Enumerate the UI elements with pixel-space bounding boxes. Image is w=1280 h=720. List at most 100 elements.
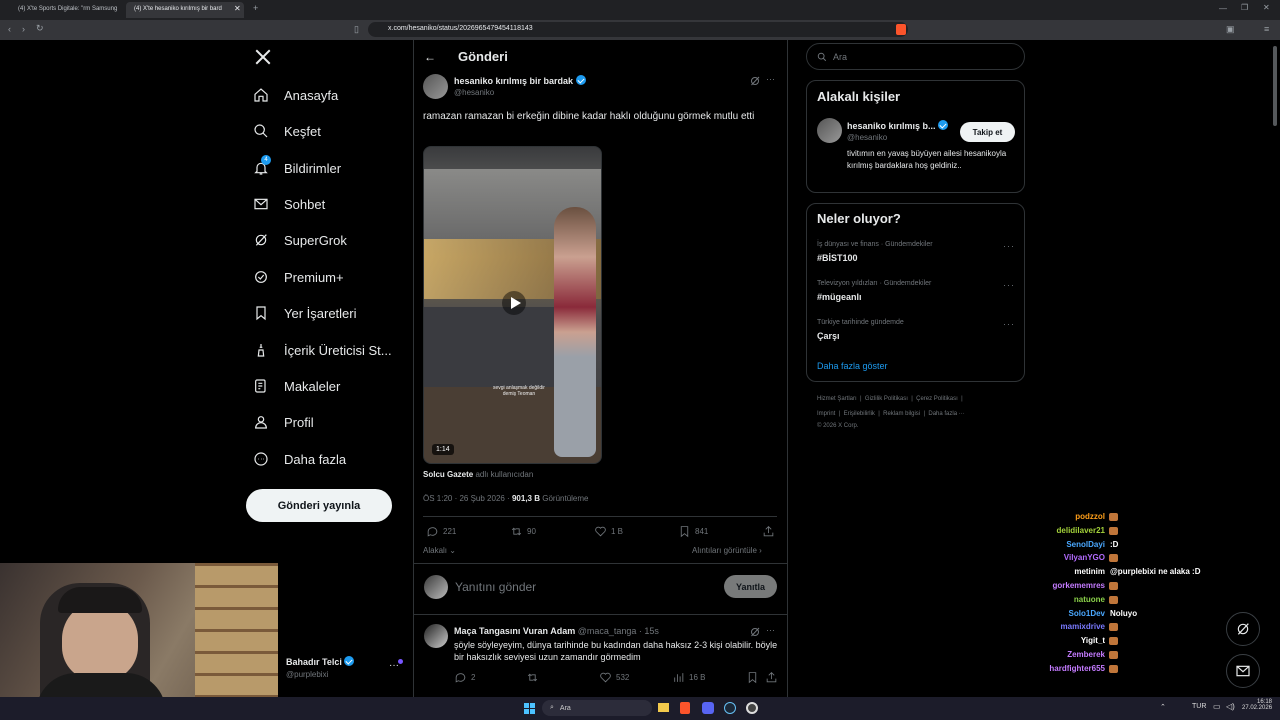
search-box[interactable]: Ara: [806, 43, 1025, 70]
reply-bookmark-action[interactable]: [746, 671, 759, 684]
new-tab-icon[interactable]: +: [253, 3, 258, 13]
post-button[interactable]: Gönderi yayınla: [246, 489, 392, 522]
network-icon[interactable]: ▭: [1213, 702, 1221, 711]
browser-tab-1[interactable]: (4) X'te Sports Digitale: "rm Samsung: [10, 2, 118, 18]
account-switcher[interactable]: Bahadır Telci: [286, 656, 355, 667]
volume-icon[interactable]: ◁): [1226, 702, 1235, 711]
nav-more[interactable]: Daha fazla: [252, 444, 346, 474]
bookmark-action[interactable]: 841: [678, 525, 708, 538]
trend-item[interactable]: #BİST100: [817, 253, 858, 263]
windows-start-icon[interactable]: [524, 703, 535, 714]
show-more-link[interactable]: Daha fazla göster: [817, 361, 888, 371]
brave-shield-icon[interactable]: [896, 24, 906, 35]
related-dropdown[interactable]: Alakalı ⌄: [423, 546, 456, 555]
tab-close-icon[interactable]: ✕: [234, 4, 241, 13]
retweet-action[interactable]: 90: [510, 525, 536, 538]
nav-explore[interactable]: Keşfet: [252, 116, 321, 146]
menu-icon[interactable]: ≡: [1264, 24, 1269, 34]
reply-action[interactable]: 221: [426, 525, 456, 538]
trend-more-icon[interactable]: ···: [1003, 280, 1015, 290]
nav-bookmarks[interactable]: Yer İşaretleri: [252, 298, 357, 328]
verified-badge-icon: [344, 656, 355, 666]
reply-like-action[interactable]: 532: [599, 671, 629, 684]
reply-reply-action[interactable]: 2: [454, 671, 475, 684]
nav-articles[interactable]: Makaleler: [252, 371, 340, 401]
chat-username: Solo1Dev: [1068, 608, 1105, 618]
taskbar-search[interactable]: ⌕ Ara: [542, 700, 652, 716]
nav-profile[interactable]: Profil: [252, 407, 314, 437]
reply-submit-button[interactable]: Yanıtla: [724, 575, 777, 598]
window-close-icon[interactable]: ✕: [1263, 3, 1270, 12]
chat-username: Zemberek: [1067, 650, 1105, 659]
like-action[interactable]: 1 B: [594, 525, 623, 538]
maximize-icon[interactable]: ❐: [1241, 3, 1248, 12]
bell-icon: 4: [252, 155, 271, 177]
divider: [413, 563, 787, 564]
chat-emote-icon: [1109, 664, 1118, 673]
language-indicator[interactable]: TUR: [1192, 703, 1206, 710]
related-person-name-row[interactable]: hesaniko kırılmış b...: [847, 120, 949, 131]
address-bar[interactable]: x.com/hesaniko/status/202696547945411814…: [368, 22, 908, 37]
reply-input[interactable]: Yanıtını gönder: [455, 580, 536, 594]
discord-icon[interactable]: [702, 702, 714, 714]
x-logo-icon[interactable]: [254, 48, 272, 66]
trend-item[interactable]: Çarşı: [817, 331, 840, 341]
follow-button[interactable]: Takip et: [960, 122, 1015, 142]
article-icon: [252, 377, 270, 395]
author-avatar[interactable]: [423, 74, 448, 99]
grok-fab[interactable]: [1226, 612, 1260, 646]
tweet-video[interactable]: sevgi anlaşmak değildir demiş Teoman 1:1…: [423, 146, 602, 464]
play-icon[interactable]: [502, 291, 526, 315]
reply-author-name[interactable]: Maça Tangasını Vuran Adam: [454, 626, 575, 636]
nav-label: Anasayfa: [284, 87, 339, 103]
nav-label: Daha fazla: [284, 451, 347, 467]
bookmark-icon: [252, 304, 270, 322]
steam-icon[interactable]: [724, 702, 736, 714]
reply-more-icon[interactable]: ···: [766, 625, 775, 635]
trend-item[interactable]: #mügeanlı: [817, 292, 862, 302]
reply-share-action[interactable]: [765, 671, 778, 684]
minimize-icon[interactable]: —: [1219, 4, 1227, 13]
footer-links-row-1[interactable]: Hizmet Şartları | Gizlilik Politikası | …: [817, 396, 963, 402]
nav-chat[interactable]: Sohbet: [252, 189, 325, 219]
reply-views-action[interactable]: 16 B: [672, 671, 705, 684]
clock[interactable]: 16:18 27.02.2026: [1242, 699, 1272, 711]
streamer-face-image: [62, 601, 138, 681]
footer-links-row-2[interactable]: Imprint | Erişilebilirlik | Reklam bilgi…: [817, 411, 965, 417]
share-action[interactable]: [762, 525, 775, 538]
trend-more-icon[interactable]: ···: [1003, 319, 1015, 329]
nav-premium[interactable]: Premium+: [252, 262, 344, 292]
related-person-avatar[interactable]: [817, 118, 842, 143]
back-arrow-icon[interactable]: ←: [424, 50, 436, 64]
reload-icon[interactable]: ↻: [36, 23, 44, 34]
view-quotes-link[interactable]: Alıntıları görüntüle ›: [692, 546, 762, 555]
brave-browser-icon[interactable]: [680, 702, 690, 714]
messages-fab[interactable]: [1226, 654, 1260, 688]
chat-username: delidilaver21: [1056, 525, 1105, 535]
file-explorer-icon[interactable]: [658, 703, 669, 712]
tweet-time[interactable]: ÖS 1:20 · 26 Şub 2026 ·: [423, 494, 510, 503]
grok-explain-icon[interactable]: [749, 74, 761, 92]
page-scrollbar[interactable]: [1273, 46, 1277, 126]
reply-time[interactable]: · 15s: [639, 626, 659, 636]
nav-notifications[interactable]: 4 Bildirimler: [252, 153, 341, 183]
tweet-author[interactable]: hesaniko kırılmış bir bardak: [454, 75, 586, 86]
center-left-border: [413, 40, 414, 700]
trend-more-icon[interactable]: ···: [1003, 241, 1015, 251]
nav-supergrok[interactable]: SuperGrok: [252, 225, 347, 255]
nav-home[interactable]: Anasayfa: [252, 80, 338, 110]
reply-retweet-action[interactable]: [526, 671, 539, 684]
trend-category: Türkiye tarihinde gündemde: [817, 319, 904, 326]
source-name[interactable]: Solcu Gazete: [423, 470, 473, 479]
nav-creator-studio[interactable]: İçerik Üreticisi St...: [252, 335, 392, 365]
extensions-icon[interactable]: ▣: [1226, 24, 1235, 35]
bookmark-page-icon[interactable]: ▯: [354, 24, 359, 35]
tray-chevron-icon[interactable]: ⌃: [1160, 703, 1166, 711]
browser-tab-2[interactable]: (4) X'te hesaniko kırılmış bir bard: [126, 2, 244, 18]
tweet-more-icon[interactable]: ···: [766, 74, 775, 84]
back-icon[interactable]: ‹: [8, 24, 11, 34]
obs-icon[interactable]: [746, 702, 758, 714]
nav-label: Premium+: [284, 269, 344, 285]
forward-icon[interactable]: ›: [22, 24, 25, 34]
reply-author-avatar[interactable]: [424, 624, 448, 648]
